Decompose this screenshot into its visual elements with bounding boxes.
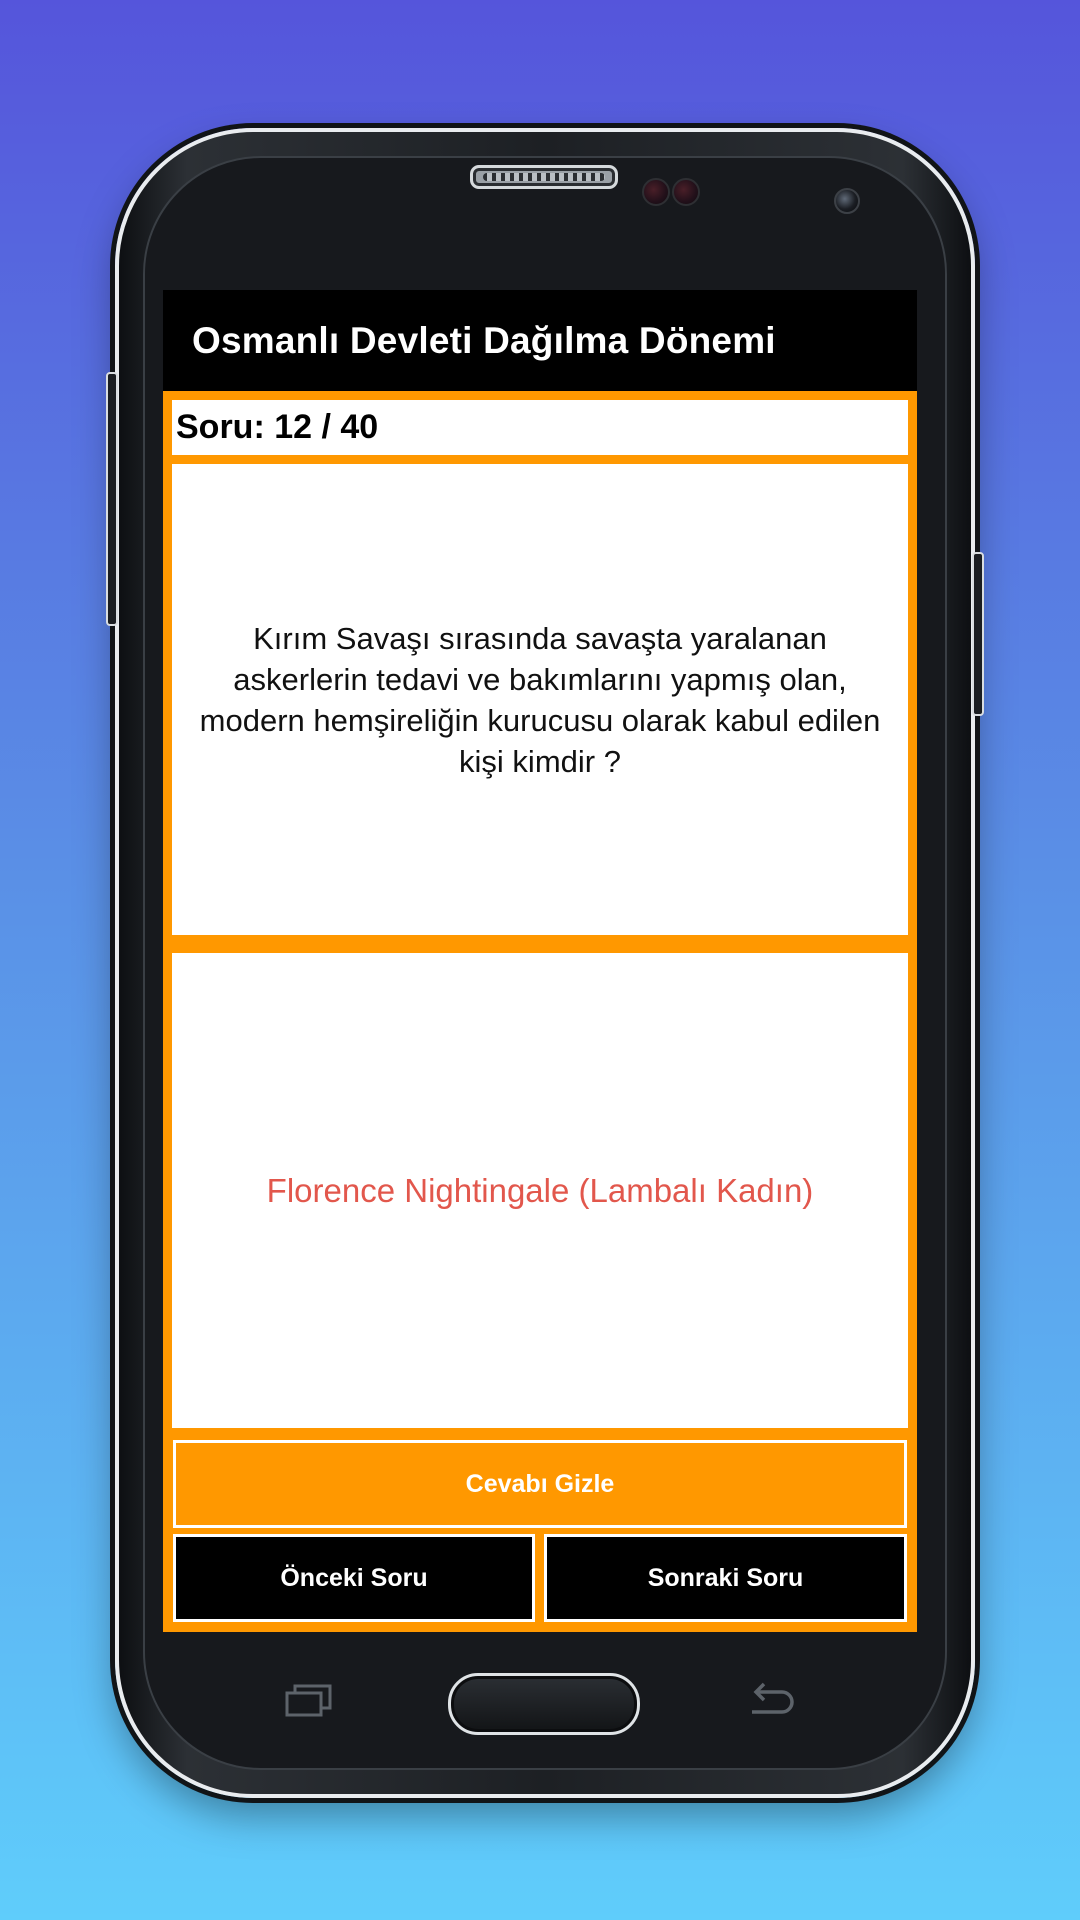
earpiece-speaker [470, 165, 618, 189]
question-box: Kırım Savaşı sırasında savaşta yaralanan… [172, 464, 908, 935]
home-button[interactable] [448, 1673, 640, 1735]
previous-question-label: Önceki Soru [280, 1563, 428, 1592]
back-icon[interactable] [744, 1680, 796, 1720]
next-question-button[interactable]: Sonraki Soru [544, 1534, 907, 1622]
previous-question-button[interactable]: Önceki Soru [173, 1534, 535, 1622]
next-question-label: Sonraki Soru [647, 1563, 804, 1592]
question-counter: Soru: 12 / 40 [176, 408, 379, 446]
hide-answer-label: Cevabı Gizle [465, 1469, 615, 1498]
question-counter-box: Soru: 12 / 40 [172, 400, 908, 455]
question-text: Kırım Savaşı sırasında savaşta yaralanan… [199, 620, 881, 779]
speaker-grille [483, 173, 605, 181]
answer-text: Florence Nightingale (Lambalı Kadın) [266, 1171, 814, 1209]
answer-box: Florence Nightingale (Lambalı Kadın) [172, 953, 908, 1428]
front-camera [834, 188, 860, 214]
recent-apps-icon[interactable] [285, 1683, 333, 1717]
proximity-sensor [642, 178, 670, 206]
volume-button [106, 372, 118, 626]
app-bar: Osmanlı Devleti Dağılma Dönemi [163, 290, 917, 391]
hide-answer-button[interactable]: Cevabı Gizle [173, 1440, 907, 1528]
app-screen: Osmanlı Devleti Dağılma Dönemi Soru: 12 … [163, 290, 917, 1632]
light-sensor [672, 178, 700, 206]
app-title: Osmanlı Devleti Dağılma Dönemi [192, 319, 776, 361]
power-button [972, 552, 984, 716]
